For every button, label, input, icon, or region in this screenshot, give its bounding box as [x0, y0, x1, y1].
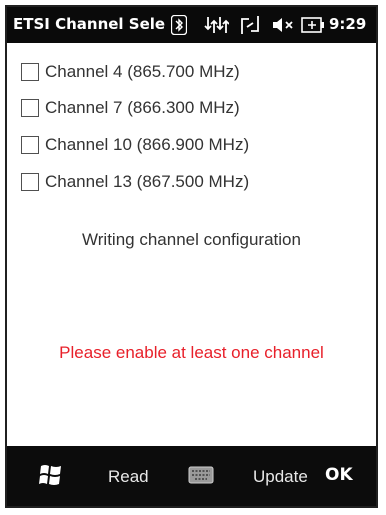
- channel-4-checkbox-row[interactable]: Channel 4 (865.700 MHz): [21, 60, 240, 84]
- ok-button[interactable]: OK: [325, 465, 353, 485]
- channel-13-checkbox-row[interactable]: Channel 13 (867.500 MHz): [21, 170, 249, 194]
- battery-icon[interactable]: [301, 15, 325, 35]
- channel-7-checkbox-row[interactable]: Channel 7 (866.300 MHz): [21, 96, 240, 120]
- network-icon[interactable]: [239, 15, 261, 35]
- softkey-bar: Read Update OK: [7, 446, 376, 506]
- clock: 9:29: [329, 15, 367, 33]
- app-window: ETSI Channel Selec 9:29 Channel 4 (865.7…: [5, 5, 378, 508]
- channel-label: Channel 4 (865.700 MHz): [45, 62, 240, 81]
- checkbox[interactable]: [21, 136, 39, 154]
- error-message: Please enable at least one channel: [59, 343, 324, 362]
- windows-start-icon[interactable]: [38, 463, 64, 487]
- volume-muted-icon[interactable]: [271, 15, 295, 35]
- title-bar: ETSI Channel Selec 9:29: [7, 7, 376, 43]
- read-softkey[interactable]: Read: [108, 467, 149, 487]
- keyboard-icon[interactable]: [188, 465, 214, 485]
- data-connection-icon[interactable]: [203, 15, 229, 35]
- channel-10-checkbox-row[interactable]: Channel 10 (866.900 MHz): [21, 133, 249, 157]
- update-softkey[interactable]: Update: [253, 467, 308, 487]
- channel-label: Channel 13 (867.500 MHz): [45, 172, 250, 191]
- checkbox[interactable]: [21, 63, 39, 81]
- channel-label: Channel 7 (866.300 MHz): [45, 98, 240, 117]
- checkbox[interactable]: [21, 173, 39, 191]
- window-title: ETSI Channel Selec: [13, 15, 165, 33]
- bluetooth-icon[interactable]: [171, 15, 187, 35]
- channel-label: Channel 10 (866.900 MHz): [45, 135, 250, 154]
- checkbox[interactable]: [21, 99, 39, 117]
- status-message: Writing channel configuration: [82, 230, 301, 249]
